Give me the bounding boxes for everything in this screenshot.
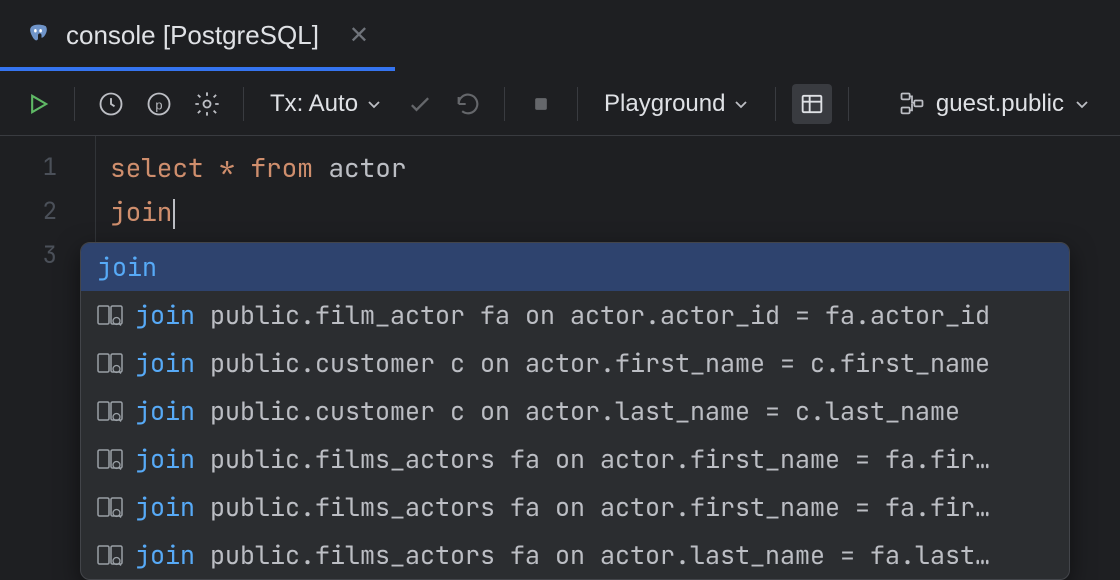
code-line: join xyxy=(110,190,1120,234)
completion-item[interactable]: join public.customer c on actor.first_na… xyxy=(81,339,1069,387)
completion-text: join public.films_actors fa on actor.las… xyxy=(135,538,1053,572)
tx-label: Tx: Auto xyxy=(270,90,358,118)
completion-popup: join join public.film_actor fa on actor.… xyxy=(80,242,1070,580)
chevron-down-icon xyxy=(1074,96,1090,112)
code-line: select * from actor xyxy=(110,146,1120,190)
gear-icon[interactable] xyxy=(187,84,227,124)
history-icon[interactable] xyxy=(91,84,131,124)
separator xyxy=(577,87,578,121)
separator xyxy=(775,87,776,121)
separator xyxy=(504,87,505,121)
chevron-down-icon xyxy=(366,96,382,112)
tx-mode-dropdown[interactable]: Tx: Auto xyxy=(260,84,392,124)
svg-text:p: p xyxy=(155,97,162,112)
grid-view-button[interactable] xyxy=(792,84,832,124)
separator xyxy=(243,87,244,121)
join-icon xyxy=(97,448,123,470)
code-editor[interactable]: 1 2 3 select * from actor join join join… xyxy=(0,136,1120,278)
completion-text: join xyxy=(97,250,1053,284)
join-icon xyxy=(97,352,123,374)
completion-text: join public.customer c on actor.first_na… xyxy=(135,346,1053,380)
completion-item[interactable]: join public.films_actors fa on actor.fir… xyxy=(81,435,1069,483)
postgresql-icon xyxy=(24,22,52,50)
text-cursor xyxy=(173,199,175,229)
join-icon xyxy=(97,544,123,566)
completion-text: join public.films_actors fa on actor.fir… xyxy=(135,442,1053,476)
p-icon[interactable]: p xyxy=(139,84,179,124)
completion-item[interactable]: join public.customer c on actor.last_nam… xyxy=(81,387,1069,435)
playground-dropdown[interactable]: Playground xyxy=(594,84,759,124)
close-icon[interactable]: ✕ xyxy=(341,17,377,54)
line-number: 2 xyxy=(0,190,95,234)
stop-button[interactable] xyxy=(521,84,561,124)
completion-item[interactable]: join public.films_actors fa on actor.las… xyxy=(81,531,1069,579)
completion-item[interactable]: join public.film_actor fa on actor.actor… xyxy=(81,291,1069,339)
commit-icon[interactable] xyxy=(400,84,440,124)
chevron-down-icon xyxy=(733,96,749,112)
completion-item[interactable]: join public.films_actors fa on actor.fir… xyxy=(81,483,1069,531)
join-icon xyxy=(97,400,123,422)
tab-title: console [PostgreSQL] xyxy=(66,20,319,51)
schema-selector[interactable]: guest.public xyxy=(886,84,1102,124)
tab-bar: console [PostgreSQL] ✕ xyxy=(0,0,1120,72)
playground-label: Playground xyxy=(604,90,725,118)
separator xyxy=(848,87,849,121)
completion-text: join public.films_actors fa on actor.fir… xyxy=(135,490,1053,524)
completion-text: join public.customer c on actor.last_nam… xyxy=(135,394,1053,428)
completion-item[interactable]: join xyxy=(81,243,1069,291)
schema-icon xyxy=(898,90,926,118)
rollback-icon[interactable] xyxy=(448,84,488,124)
schema-label: guest.public xyxy=(936,90,1064,118)
join-icon xyxy=(97,496,123,518)
run-button[interactable] xyxy=(18,84,58,124)
toolbar: p Tx: Auto Playground guest.public xyxy=(0,72,1120,136)
completion-text: join public.film_actor fa on actor.actor… xyxy=(135,298,1053,332)
join-icon xyxy=(97,304,123,326)
tab-console[interactable]: console [PostgreSQL] ✕ xyxy=(0,0,395,71)
separator xyxy=(74,87,75,121)
line-number: 1 xyxy=(0,146,95,190)
